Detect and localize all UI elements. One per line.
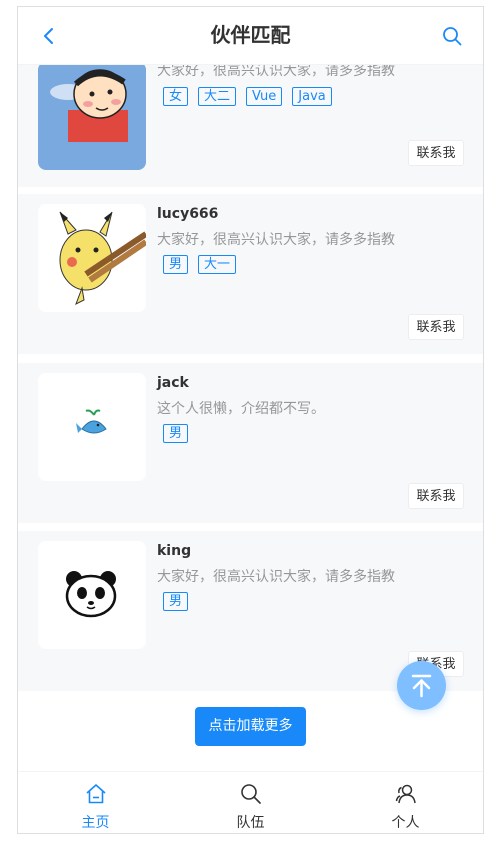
user-description: 大家好，很高兴认识大家，请多多指教 <box>157 232 395 248</box>
tag-list: 男 <box>163 424 189 443</box>
user-card: jack 这个人很懒，介绍都不写。 男 联系我 <box>18 363 483 523</box>
user-name: jack <box>157 375 189 391</box>
app-frame: 大家好，很高兴认识大家，请多多指教 女 大二 Vue Java 联系我 lucy… <box>17 6 484 834</box>
tag: 大一 <box>198 255 237 274</box>
home-icon <box>85 784 106 804</box>
tag-list: 男 大一 <box>163 255 237 274</box>
user-name: lucy666 <box>157 206 219 222</box>
search-icon[interactable] <box>441 25 463 47</box>
page-title: 伙伴匹配 <box>210 23 291 47</box>
arrow-up-icon <box>411 674 432 698</box>
crayon-shin-chan-avatar <box>38 62 146 170</box>
user-description: 大家好，很高兴认识大家，请多多指教 <box>157 569 395 585</box>
tag: 大二 <box>198 87 237 106</box>
user-description: 这个人很懒，介绍都不写。 <box>157 401 325 417</box>
nav-bar: 伙伴匹配 <box>18 7 483 65</box>
contact-me-button[interactable]: 联系我 <box>408 140 464 166</box>
tab-bar: 主页 队伍 个人 <box>18 771 483 833</box>
pikachu-avatar <box>38 204 146 312</box>
tag-list: 女 大二 Vue Java <box>163 87 332 106</box>
tag: 男 <box>163 255 189 274</box>
tab-label: 个人 <box>391 815 420 831</box>
whale-avatar <box>38 373 146 481</box>
tag: 男 <box>163 424 189 443</box>
tag-list: 男 <box>163 592 189 611</box>
contact-me-button[interactable]: 联系我 <box>408 483 464 509</box>
panda-avatar <box>38 541 146 649</box>
user-card: lucy666 大家好，很高兴认识大家，请多多指教 男 大一 联系我 <box>18 194 483 354</box>
tag: Vue <box>246 87 283 106</box>
user-icon <box>395 784 416 804</box>
back-to-top-button[interactable] <box>397 661 446 710</box>
search-icon <box>240 784 261 804</box>
tag: Java <box>292 87 332 106</box>
tab-team[interactable]: 队伍 <box>173 772 328 833</box>
tab-home[interactable]: 主页 <box>18 772 173 833</box>
tag: 女 <box>163 87 189 106</box>
tab-label: 主页 <box>81 815 110 831</box>
user-name: king <box>157 543 192 559</box>
tab-profile[interactable]: 个人 <box>328 772 483 833</box>
tag: 男 <box>163 592 189 611</box>
tab-label: 队伍 <box>236 815 265 831</box>
load-more-button[interactable]: 点击加载更多 <box>195 707 306 746</box>
contact-me-button[interactable]: 联系我 <box>408 314 464 340</box>
